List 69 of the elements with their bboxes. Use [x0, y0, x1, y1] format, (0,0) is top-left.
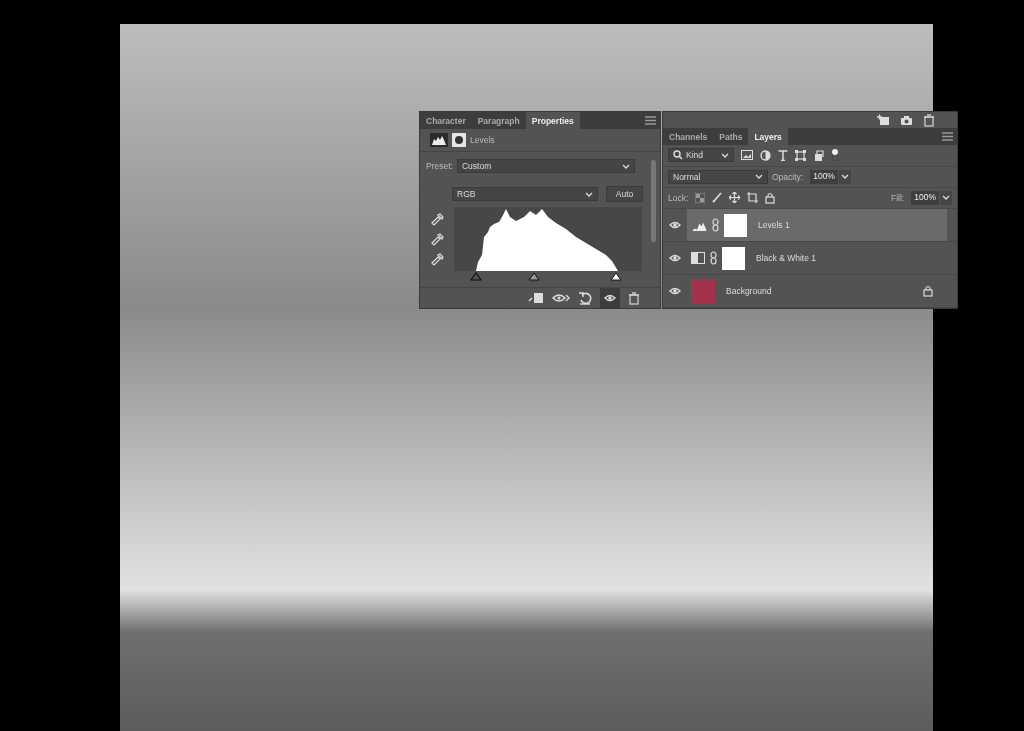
panel-tab[interactable]: Paths: [713, 128, 749, 146]
layer-name: Black & White 1: [756, 253, 816, 263]
image-filter-icon[interactable]: [741, 150, 753, 161]
panel-tab[interactable]: Channels: [663, 128, 714, 146]
opacity-slider-button[interactable]: [838, 169, 851, 184]
opacity-field[interactable]: 100%: [810, 169, 838, 184]
menu-icon[interactable]: [942, 132, 953, 142]
split-square-icon: [691, 252, 705, 264]
layer-row[interactable]: Levels 1: [687, 209, 947, 241]
search-icon: [673, 150, 683, 161]
layer-name: Levels 1: [758, 220, 790, 230]
layer-name: Background: [726, 286, 772, 296]
preset-label: Preset:: [426, 161, 453, 171]
shape-filter-icon[interactable]: [795, 149, 806, 161]
preset-dropdown[interactable]: Custom: [456, 159, 635, 173]
reset-icon[interactable]: [578, 291, 592, 305]
move-icon[interactable]: [729, 192, 741, 204]
histogram-icon[interactable]: [430, 133, 448, 147]
filter-toggle-icon[interactable]: [831, 148, 839, 163]
caret-icon: [942, 194, 950, 202]
caret-icon: [840, 173, 849, 181]
blend-mode-dropdown[interactable]: Normal: [668, 169, 768, 184]
brush-icon[interactable]: [712, 192, 723, 204]
scrollbar[interactable]: [651, 160, 656, 242]
mask-thumbnail: [724, 213, 747, 237]
checkerboard-icon[interactable]: [695, 192, 706, 203]
artboard-icon[interactable]: [747, 192, 759, 204]
fill-label: Fill:: [891, 192, 905, 203]
link-chain-icon: [710, 251, 717, 265]
trash-icon[interactable]: [923, 113, 935, 127]
panel-tab[interactable]: Properties: [525, 112, 580, 129]
fill-field[interactable]: 100%: [911, 190, 939, 205]
mask-icon[interactable]: [452, 133, 466, 147]
clip-to-layer-icon[interactable]: [528, 292, 544, 304]
lock-icon[interactable]: [765, 191, 776, 204]
new-layer-icon[interactable]: [876, 114, 890, 127]
trash-icon[interactable]: [628, 291, 640, 305]
layer-row[interactable]: Black & White 1: [687, 242, 947, 274]
panel-tab[interactable]: Character: [420, 112, 472, 129]
auto-button[interactable]: Auto: [606, 186, 643, 202]
photo-thumbnail: [691, 279, 715, 303]
eye-icon[interactable]: [669, 253, 681, 263]
channel-dropdown[interactable]: RGB: [452, 187, 598, 201]
adjustment-filter-icon[interactable]: [760, 149, 771, 161]
opacity-label: Opacity:: [772, 171, 804, 182]
smart-object-filter-icon[interactable]: [813, 149, 824, 161]
fill-slider-button[interactable]: [940, 190, 952, 205]
layer-row[interactable]: Background: [687, 275, 947, 307]
eye-icon[interactable]: [669, 286, 681, 296]
caret-icon: [585, 190, 593, 198]
eye-icon[interactable]: [604, 293, 616, 303]
filter-kind-dropdown[interactable]: Kind: [668, 148, 734, 163]
adjustment-title: Levels: [470, 135, 495, 145]
panel-tab[interactable]: Layers: [748, 128, 788, 146]
caret-icon: [621, 162, 630, 170]
caret-icon: [721, 151, 729, 159]
panel-tab[interactable]: Paragraph: [471, 112, 526, 129]
caret-icon: [755, 173, 763, 181]
link-chain-icon: [712, 218, 719, 232]
eye-icon[interactable]: [669, 220, 681, 230]
eyedropper-icon[interactable]: [430, 231, 444, 247]
camera-icon[interactable]: [900, 114, 913, 126]
menu-icon[interactable]: [645, 116, 656, 125]
eyedropper-icon[interactable]: [430, 211, 444, 227]
eyedropper-icon[interactable]: [430, 251, 444, 267]
mask-thumbnail: [722, 246, 745, 270]
type-filter-icon[interactable]: [778, 149, 788, 161]
view-previous-icon[interactable]: [552, 292, 570, 304]
lock-label: Lock:: [668, 192, 689, 203]
